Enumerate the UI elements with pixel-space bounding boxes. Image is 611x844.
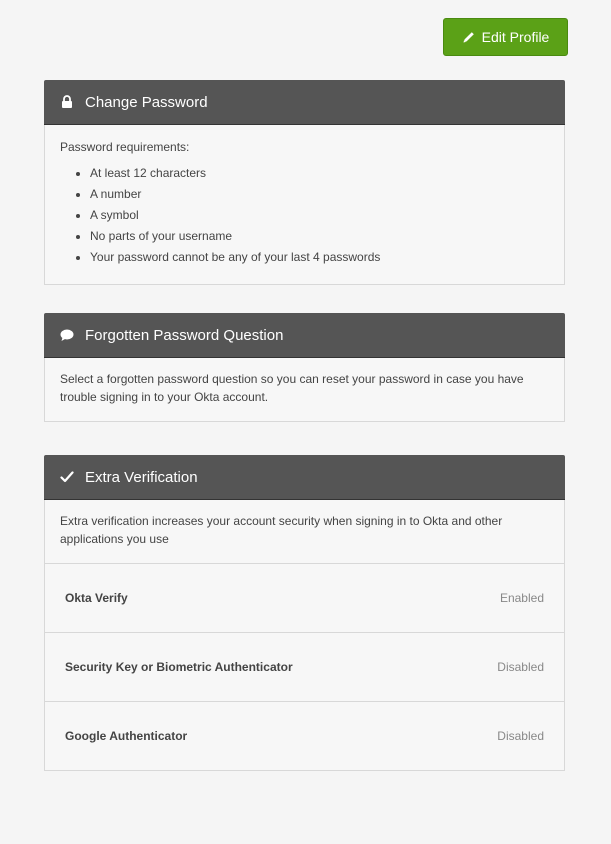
- requirement-item: A symbol: [90, 205, 549, 226]
- extra-verification-panel: Extra Verification Extra verification in…: [44, 455, 565, 771]
- factor-row-google-authenticator[interactable]: Google Authenticator Disabled: [45, 701, 564, 770]
- change-password-body: Password requirements: At least 12 chara…: [44, 125, 565, 285]
- change-password-title: Change Password: [85, 93, 208, 111]
- change-password-header: Change Password: [44, 80, 565, 125]
- speech-bubble-icon: [60, 327, 74, 343]
- forgotten-question-header: Forgotten Password Question: [44, 313, 565, 358]
- extra-verification-header: Extra Verification: [44, 455, 565, 500]
- factor-name: Security Key or Biometric Authenticator: [65, 660, 293, 674]
- edit-profile-label: Edit Profile: [481, 29, 550, 45]
- extra-verification-body: Extra verification increases your accoun…: [44, 500, 565, 771]
- factor-status: Disabled: [497, 660, 544, 674]
- factor-status: Disabled: [497, 729, 544, 743]
- factor-row-okta-verify[interactable]: Okta Verify Enabled: [45, 563, 564, 632]
- extra-verification-title: Extra Verification: [85, 468, 198, 486]
- requirement-item: No parts of your username: [90, 226, 549, 247]
- requirement-item: Your password cannot be any of your last…: [90, 247, 549, 268]
- factor-row-security-key[interactable]: Security Key or Biometric Authenticator …: [45, 632, 564, 701]
- lock-icon: [60, 94, 74, 110]
- requirement-item: At least 12 characters: [90, 163, 549, 184]
- requirements-list: At least 12 characters A number A symbol…: [60, 163, 549, 268]
- forgotten-question-description: Select a forgotten password question so …: [60, 372, 524, 404]
- pencil-icon: [462, 30, 476, 44]
- forgotten-question-title: Forgotten Password Question: [85, 326, 284, 344]
- forgotten-question-body: Select a forgotten password question so …: [44, 358, 565, 422]
- requirements-intro: Password requirements:: [60, 140, 190, 154]
- forgotten-question-panel: Forgotten Password Question Select a for…: [44, 313, 565, 422]
- requirement-item: A number: [90, 184, 549, 205]
- change-password-panel: Change Password Password requirements: A…: [44, 80, 565, 285]
- factor-name: Okta Verify: [65, 591, 128, 605]
- edit-profile-button[interactable]: Edit Profile: [443, 18, 568, 56]
- factor-name: Google Authenticator: [65, 729, 188, 743]
- factor-status: Enabled: [499, 591, 544, 605]
- checkmark-icon: [60, 469, 74, 485]
- extra-verification-description: Extra verification increases your accoun…: [60, 514, 503, 546]
